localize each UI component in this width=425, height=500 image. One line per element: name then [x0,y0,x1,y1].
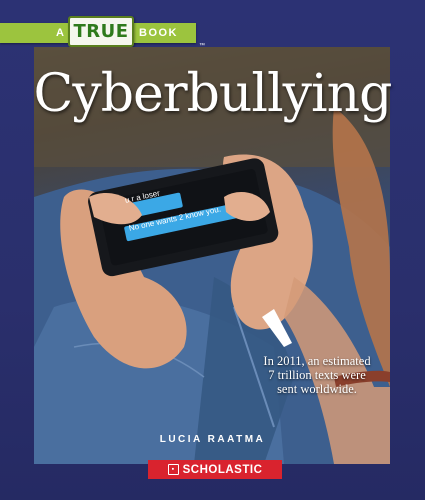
author-name: LUCIA RAATMA [159,434,266,445]
series-banner: A TRUE BOOK ™ [0,16,205,49]
publisher-logo: ▪ SCHOLASTIC [148,460,282,479]
fact-line-2: 7 trillion texts were [268,368,366,382]
book-title: Cyberbullying [33,64,393,124]
fact-line-3: sent worldwide. [277,382,357,396]
series-suffix: BOOK [139,27,178,39]
book-cover: A TRUE BOOK ™ u r a loser No one wants 2… [0,0,425,500]
fact-callout: In 2011, an estimated 7 trillion texts w… [232,354,402,396]
scholastic-logo-icon: ▪ [167,464,179,475]
series-prefix: A [56,27,65,39]
publisher-name: SCHOLASTIC [182,463,263,476]
fact-line-1: In 2011, an estimated [263,354,371,368]
series-logo: TRUE [68,16,134,47]
